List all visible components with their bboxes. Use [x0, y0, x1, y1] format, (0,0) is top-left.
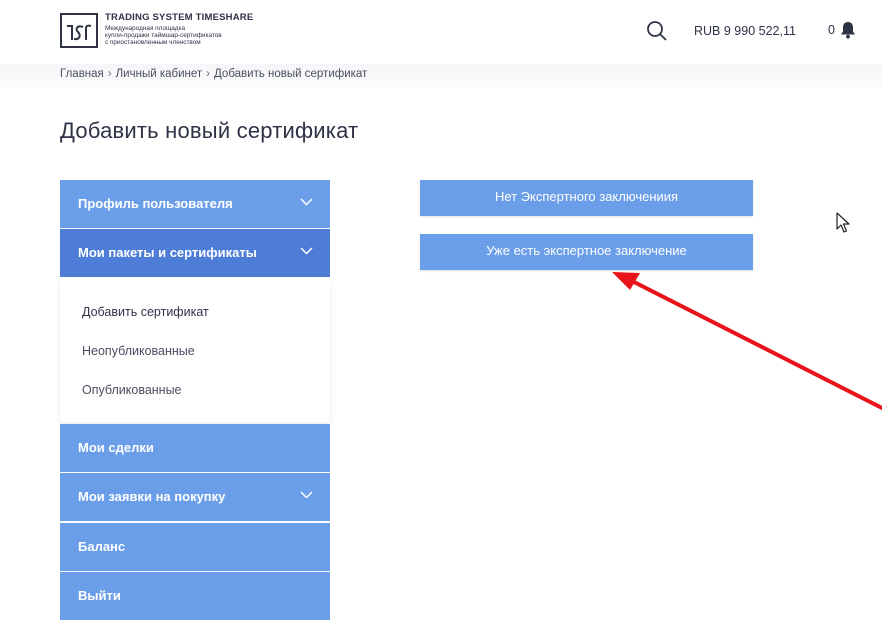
logo-title: TRADING SYSTEM TIMESHARE — [105, 12, 254, 23]
sidebar-item-balance[interactable]: Баланс — [60, 523, 330, 571]
sidebar-item-packages[interactable]: Мои пакеты и сертификаты — [60, 229, 330, 277]
chevron-down-icon — [300, 491, 313, 499]
submenu-item-unpublished[interactable]: Неопубликованные — [82, 344, 195, 358]
sidebar-item-label: Профиль пользователя — [78, 196, 233, 211]
balance-amount[interactable]: RUB 9 990 522,11 — [694, 24, 796, 38]
logo-icon[interactable] — [60, 13, 98, 48]
submenu-item-published[interactable]: Опубликованные — [82, 383, 182, 397]
sidebar-item-label: Мои сделки — [78, 440, 154, 455]
sidebar-item-purchase-requests[interactable]: Мои заявки на покупку — [60, 473, 330, 521]
breadcrumb: Главная › Личный кабинет › Добавить новый се… — [60, 68, 367, 80]
header: TRADING SYSTEM TIMESHARE Международная п… — [0, 0, 882, 64]
sidebar-item-profile[interactable]: Профиль пользователя — [60, 180, 330, 228]
sidebar-item-label: Мои заявки на покупку — [78, 489, 226, 504]
breadcrumb-separator: › — [107, 68, 112, 80]
chevron-down-icon — [300, 198, 313, 206]
no-expert-opinion-button[interactable]: Нет Экспертного заключениия — [420, 180, 753, 216]
cursor-icon — [836, 212, 850, 233]
page-title: Добавить новый сертификат — [60, 118, 359, 143]
breadcrumb-separator: › — [206, 68, 210, 80]
sidebar-item-logout[interactable]: Выйти — [60, 572, 330, 620]
has-expert-opinion-button[interactable]: Уже есть экспертное заключение — [420, 234, 753, 270]
chevron-down-icon — [300, 247, 313, 255]
breadcrumb-home[interactable]: Главная — [60, 68, 104, 80]
submenu-item-add-certificate[interactable]: Добавить сертификат — [82, 305, 209, 319]
bell-icon[interactable] — [840, 21, 856, 39]
breadcrumb-current: Добавить новый сертификат — [214, 68, 368, 80]
notification-count: 0 — [828, 23, 835, 37]
sidebar-item-label: Баланс — [78, 539, 126, 554]
submenu-packages: Добавить сертификат Неопубликованные Опу… — [60, 278, 330, 422]
sidebar-item-label: Выйти — [78, 588, 121, 603]
sidebar-item-label: Мои пакеты и сертификаты — [78, 245, 257, 260]
breadcrumb-cabinet[interactable]: Личный кабинет — [116, 68, 203, 80]
search-icon[interactable] — [646, 20, 668, 42]
logo-subtitle-line: с приостановленным членством — [105, 39, 201, 46]
sidebar-item-deals[interactable]: Мои сделки — [60, 424, 330, 472]
